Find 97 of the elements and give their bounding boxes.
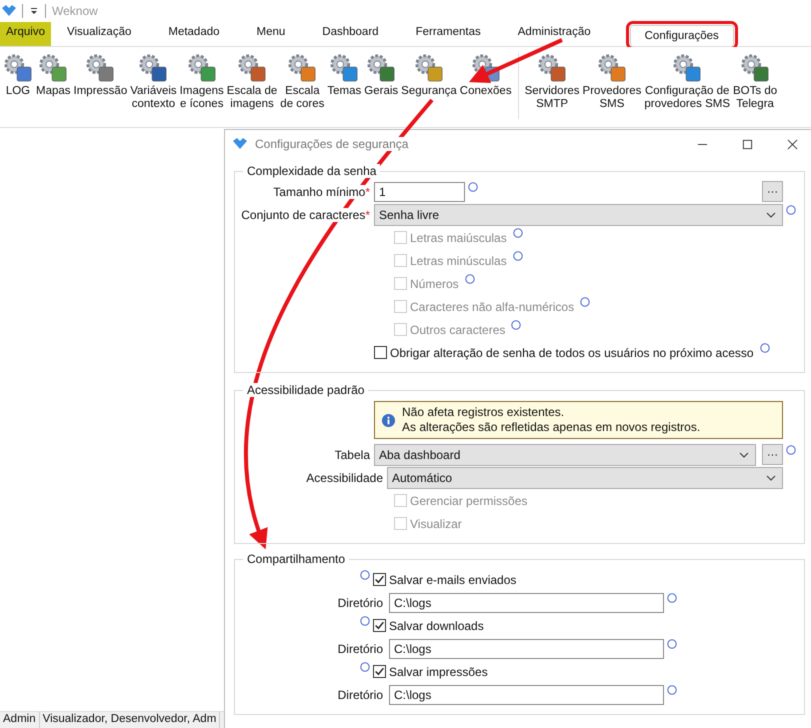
ribbon-button[interactable]: Servidores SMTP [524, 53, 581, 111]
min-length-field[interactable]: 1 [374, 182, 465, 202]
help-icon[interactable] [468, 182, 478, 192]
ribbon-tab[interactable]: Menu [242, 22, 300, 46]
ribbon-tab[interactable]: Administração [504, 22, 605, 46]
field-label: Diretório [338, 642, 383, 656]
checkbox-label: Obrigar alteração de senha de todos os usuários no próximo acesso [390, 346, 754, 360]
info-icon [381, 412, 396, 428]
ribbon-tab[interactable]: Dashboard [308, 22, 393, 46]
help-icon[interactable] [580, 297, 590, 307]
gear-icon [287, 53, 318, 83]
app-logo-icon [233, 138, 247, 150]
ribbon-button[interactable]: LOG [2, 53, 34, 98]
gear-icon [414, 53, 444, 83]
help-icon[interactable] [667, 639, 677, 649]
gear-icon [672, 53, 702, 83]
ribbon-button[interactable]: Segurança [400, 53, 458, 98]
ribbon-button[interactable]: Configuração de provedores SMS [643, 53, 732, 111]
checkbox-label: Letras maiúsculas [410, 230, 507, 244]
field-label: Tamanho mínimo [273, 184, 366, 198]
checkbox-label: Salvar impressões [389, 664, 488, 678]
help-icon[interactable] [786, 205, 796, 215]
more-button[interactable]: ··· [762, 181, 783, 202]
dropdown-icon[interactable] [29, 6, 39, 16]
help-icon[interactable] [760, 343, 770, 353]
ribbon-button[interactable]: BOTs do Telegra [732, 53, 778, 111]
status-text: Admin [0, 712, 40, 728]
more-button[interactable]: ··· [762, 444, 783, 465]
field-label: Tabela [334, 448, 370, 462]
checkbox-label: Outros caracteres [410, 322, 506, 336]
field-label: Diretório [338, 688, 383, 702]
gear-icon [596, 53, 627, 83]
ribbon-button[interactable]: Escala de imagens [226, 53, 278, 111]
ribbon-tab[interactable]: Visualização [53, 22, 146, 46]
help-icon[interactable] [360, 662, 370, 672]
gear-icon [237, 53, 268, 83]
field-label: Acessibilidade [306, 470, 383, 484]
checkbox[interactable] [373, 619, 386, 632]
checkbox-label: Caracteres não alfa-numéricos [410, 300, 574, 314]
info-text: Não afeta registros existentes. [402, 405, 566, 420]
checkbox-label: Visualizar [410, 516, 462, 530]
field-label: Diretório [338, 596, 383, 610]
gear-icon [85, 53, 116, 83]
ribbon-button[interactable]: Escala de cores [279, 53, 326, 111]
app-logo-icon [2, 5, 16, 17]
help-icon[interactable] [360, 616, 370, 626]
gear-icon [740, 53, 770, 83]
help-icon[interactable] [360, 570, 370, 580]
gear-icon [38, 53, 68, 83]
ribbon-tab[interactable]: Ferramentas [402, 22, 495, 46]
close-icon[interactable] [787, 138, 798, 150]
gear-icon [3, 53, 33, 83]
help-icon[interactable] [512, 251, 523, 261]
help-icon[interactable] [512, 228, 523, 238]
chevron-icon [766, 474, 776, 480]
directory-field[interactable]: C:\logs [389, 592, 664, 612]
help-icon[interactable] [464, 274, 475, 284]
app-title: Weknow [52, 4, 98, 18]
help-icon[interactable] [786, 445, 796, 455]
directory-field[interactable]: C:\logs [389, 684, 664, 704]
ribbon-button[interactable]: Temas [326, 53, 362, 98]
ribbon-button[interactable]: Impressão [72, 53, 128, 98]
table-dropdown[interactable]: Aba dashboard [374, 444, 756, 466]
gear-icon [537, 53, 568, 83]
ribbon-tab[interactable]: Metadado [154, 22, 234, 46]
checkbox[interactable] [374, 346, 387, 359]
info-text: As alterações são refletidas apenas em novos registros. [402, 420, 700, 435]
checkbox[interactable] [373, 665, 386, 678]
gear-icon [329, 53, 360, 83]
ribbon-button[interactable]: Gerais [363, 53, 400, 98]
checkbox-label: Salvar e-mails enviados [389, 572, 516, 586]
gear-icon [138, 53, 168, 83]
ribbon-tab[interactable]: Arquivo [0, 22, 51, 46]
checkbox[interactable] [373, 573, 386, 586]
chevron-icon [739, 452, 749, 458]
help-icon[interactable] [667, 593, 677, 603]
checkbox-label: Salvar downloads [389, 618, 484, 632]
help-icon[interactable] [511, 320, 522, 330]
ribbon-button[interactable]: Imagens e ícones [178, 53, 225, 111]
ribbon-button[interactable]: Conexões [458, 53, 513, 98]
chevron-icon [766, 212, 776, 218]
field-label: Conjunto de caracteres [241, 208, 366, 222]
checkbox-label: Letras minúsculas [410, 254, 507, 268]
gear-icon [366, 53, 396, 83]
checkbox-label: Gerenciar permissões [410, 494, 528, 508]
charset-dropdown[interactable]: Senha livre [374, 204, 783, 226]
gear-icon [470, 53, 501, 83]
checkbox-label: Números [410, 276, 459, 290]
gear-icon [186, 53, 217, 83]
directory-field[interactable]: C:\logs [389, 638, 664, 658]
ribbon-button[interactable]: Provedores SMS [582, 53, 642, 111]
ribbon-button[interactable]: Variáveis contexto [129, 53, 178, 111]
ribbon-button[interactable]: Mapas [35, 53, 72, 98]
maximize-icon[interactable] [742, 138, 753, 150]
status-text: Visualizador, Desenvolvedor, Adm [40, 712, 220, 728]
help-icon[interactable] [667, 685, 677, 695]
accessibility-dropdown[interactable]: Automático [387, 466, 783, 488]
